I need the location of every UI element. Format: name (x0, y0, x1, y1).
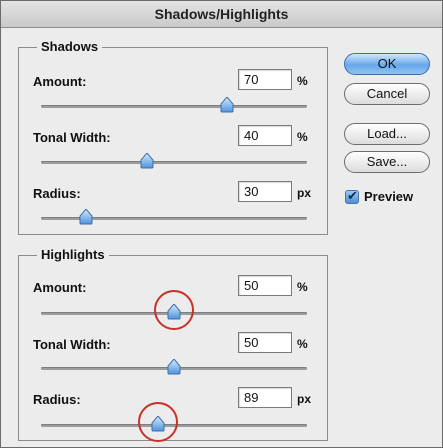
shadows-tonal-width-unit: % (297, 130, 308, 144)
load-button[interactable]: Load... (344, 123, 430, 145)
preview-checkbox[interactable]: ✔ (345, 188, 359, 204)
highlights-amount-label: Amount: (33, 280, 87, 295)
highlights-amount-field[interactable]: 50 (238, 275, 292, 296)
annotation-circle (138, 402, 178, 442)
dialog-title: Shadows/Highlights (1, 1, 442, 28)
checkmark-icon: ✔ (347, 188, 358, 203)
highlights-tonal-width-label: Tonal Width: (33, 337, 111, 352)
shadows-radius-label: Radius: (33, 186, 81, 201)
highlights-amount-unit: % (297, 280, 308, 294)
shadows-tonal-width-slider[interactable] (41, 153, 307, 169)
preview-label[interactable]: Preview (364, 189, 413, 204)
highlights-tonal-width-unit: % (297, 337, 308, 351)
highlights-tonal-width-slider[interactable] (41, 359, 307, 375)
shadows-amount-slider[interactable] (41, 97, 307, 113)
shadows-legend: Shadows (37, 39, 103, 54)
shadows-amount-unit: % (297, 74, 308, 88)
ok-button[interactable]: OK (344, 53, 430, 75)
save-button[interactable]: Save... (344, 151, 430, 173)
cancel-button[interactable]: Cancel (344, 83, 430, 105)
shadows-tonal-width-label: Tonal Width: (33, 130, 111, 145)
highlights-legend: Highlights (37, 247, 109, 262)
highlights-radius-unit: px (297, 392, 312, 406)
shadows-amount-field[interactable]: 70 (238, 69, 292, 90)
shadows-radius-slider[interactable] (41, 209, 307, 225)
shadows-tonal-width-field[interactable]: 40 (238, 125, 292, 146)
highlights-radius-field[interactable]: 89 (238, 387, 292, 408)
highlights-tonal-width-field[interactable]: 50 (238, 332, 292, 353)
shadows-radius-unit: px (297, 186, 312, 200)
shadows-highlights-dialog: Shadows/Highlights Shadows Amount: 70 % … (0, 0, 443, 448)
shadows-radius-field[interactable]: 30 (238, 181, 292, 202)
highlights-radius-label: Radius: (33, 392, 81, 407)
shadows-amount-label: Amount: (33, 74, 87, 89)
annotation-circle (154, 290, 194, 330)
